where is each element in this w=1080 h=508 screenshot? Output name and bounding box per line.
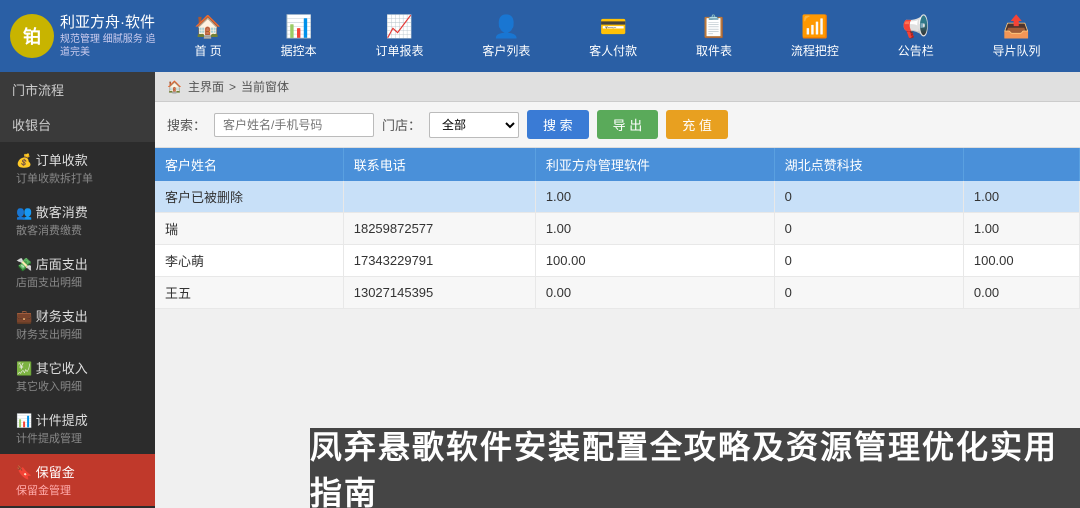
sidebar-item-散客消费[interactable]: 👥 散客消费散客消费缴费 [0, 194, 155, 246]
breadcrumb-sep: > [229, 80, 236, 94]
nav-label: 取件表 [696, 42, 732, 59]
nav-item-导片队列[interactable]: 📤 导片队列 [981, 8, 1053, 65]
table-header-4 [963, 148, 1079, 181]
logo-area: 铂 利亚方舟·软件 规范管理 细腻服务 追道完美 [10, 13, 165, 59]
logo-text: 利亚方舟·软件 规范管理 细腻服务 追道完美 [60, 13, 165, 59]
cell-col1: 100.00 [535, 245, 774, 277]
nav-item-首页[interactable]: 🏠 首 页 [182, 8, 233, 65]
overlay-banner: 凤弃悬歌软件安装配置全攻略及资源管理优化实用指南 [310, 428, 1080, 508]
table-header-1: 联系电话 [343, 148, 535, 181]
cell-name: 客户已被删除 [155, 181, 343, 213]
nav-icon: 📢 [902, 14, 929, 40]
table-row[interactable]: 王五 13027145395 0.00 0 0.00 [155, 277, 1080, 309]
sidebar-item-计件提成[interactable]: 📊 计件提成计件提成管理 [0, 402, 155, 454]
nav-item-订单报表[interactable]: 📈 订单报表 [363, 8, 435, 65]
nav-icon: 🏠 [194, 14, 221, 40]
main-layout: 门市流程收银台💰 订单收款订单收款拆打单👥 散客消费散客消费缴费💸 店面支出店面… [0, 72, 1080, 508]
cell-col1: 0.00 [535, 277, 774, 309]
table-row[interactable]: 李心萌 17343229791 100.00 0 100.00 [155, 245, 1080, 277]
cell-col2: 0 [774, 213, 963, 245]
recharge-button[interactable]: 充 值 [666, 110, 728, 139]
nav-label: 订单报表 [375, 42, 423, 59]
search-bar: 搜索： 门店： 全部 搜 索 导 出 充 值 [155, 102, 1080, 148]
search-label: 搜索： [167, 115, 206, 134]
nav-icon: 💳 [599, 14, 626, 40]
cell-phone [343, 181, 535, 213]
table-header-2: 利亚方舟管理软件 [535, 148, 774, 181]
sidebar-item-保留金[interactable]: 🔖 保留金保留金管理 [0, 454, 155, 506]
nav-items: 🏠 首 页 📊 据控本 📈 订单报表 👤 客户列表 💳 客人付款 📋 取件表 📶 流程把控 📢 公告栏 📤 导片队… [165, 8, 1070, 65]
nav-item-客户列表[interactable]: 👤 客户列表 [470, 8, 542, 65]
sidebar-item-财务支出[interactable]: 💼 财务支出财务支出明细 [0, 298, 155, 350]
sidebar-header-0[interactable]: 门市流程 [0, 72, 155, 107]
search-button[interactable]: 搜 索 [527, 110, 589, 139]
cell-phone: 17343229791 [343, 245, 535, 277]
breadcrumb: 🏠 主界面 > 当前窗体 [155, 72, 1080, 102]
cell-name: 王五 [155, 277, 343, 309]
nav-item-客人付款[interactable]: 💳 客人付款 [577, 8, 649, 65]
cell-col3: 0.00 [963, 277, 1079, 309]
cell-col3: 100.00 [963, 245, 1079, 277]
nav-item-流程把控[interactable]: 📶 流程把控 [779, 8, 851, 65]
breadcrumb-home: 主界面 [188, 78, 224, 95]
nav-icon: 👤 [493, 14, 520, 40]
table-header-3: 湖北点赞科技 [774, 148, 963, 181]
search-input[interactable] [214, 113, 374, 137]
nav-item-取件表[interactable]: 📋 取件表 [684, 8, 744, 65]
table-row[interactable]: 瑞 18259872577 1.00 0 1.00 [155, 213, 1080, 245]
data-table: 客户姓名联系电话利亚方舟管理软件湖北点赞科技 客户已被删除 1.00 0 1.0… [155, 148, 1080, 309]
table-row[interactable]: 客户已被删除 1.00 0 1.00 [155, 181, 1080, 213]
nav-label: 流程把控 [791, 42, 839, 59]
export-button[interactable]: 导 出 [597, 110, 659, 139]
cell-col2: 0 [774, 245, 963, 277]
logo-icon: 铂 [10, 14, 54, 58]
nav-icon: 📋 [700, 14, 727, 40]
nav-label: 客人付款 [589, 42, 637, 59]
cell-col2: 0 [774, 181, 963, 213]
nav-icon: 📶 [801, 14, 828, 40]
sidebar-item-订单收款[interactable]: 💰 订单收款订单收款拆打单 [0, 142, 155, 194]
cell-col1: 1.00 [535, 213, 774, 245]
home-icon: 🏠 [167, 80, 182, 94]
top-navigation: 铂 利亚方舟·软件 规范管理 细腻服务 追道完美 🏠 首 页 📊 据控本 📈 订单报表 👤 客… [0, 0, 1080, 72]
cell-col3: 1.00 [963, 181, 1079, 213]
sidebar-item-店面支出[interactable]: 💸 店面支出店面支出明细 [0, 246, 155, 298]
nav-label: 首 页 [194, 42, 221, 59]
cell-name: 瑞 [155, 213, 343, 245]
sidebar-header-1[interactable]: 收银台 [0, 107, 155, 142]
nav-item-公告栏[interactable]: 📢 公告栏 [886, 8, 946, 65]
sidebar: 门市流程收银台💰 订单收款订单收款拆打单👥 散客消费散客消费缴费💸 店面支出店面… [0, 72, 155, 508]
cell-phone: 13027145395 [343, 277, 535, 309]
cell-phone: 18259872577 [343, 213, 535, 245]
content-wrapper: 🏠 主界面 > 当前窗体 搜索： 门店： 全部 搜 索 导 出 充 值 [155, 72, 1080, 508]
nav-icon: 📊 [285, 14, 312, 40]
overlay-text: 凤弃悬歌软件安装配置全攻略及资源管理优化实用指南 [310, 422, 1080, 508]
nav-icon: 📤 [1003, 14, 1030, 40]
table-body: 客户已被删除 1.00 0 1.00 瑞 18259872577 1.00 0 … [155, 181, 1080, 309]
nav-icon: 📈 [386, 14, 413, 40]
cell-name: 李心萌 [155, 245, 343, 277]
nav-label: 公告栏 [898, 42, 934, 59]
nav-item-据控本[interactable]: 📊 据控本 [269, 8, 329, 65]
nav-label: 客户列表 [482, 42, 530, 59]
table-header-0: 客户姓名 [155, 148, 343, 181]
cell-col3: 1.00 [963, 213, 1079, 245]
nav-label: 据控本 [281, 42, 317, 59]
cell-col2: 0 [774, 277, 963, 309]
nav-label: 导片队列 [993, 42, 1041, 59]
table-header-row: 客户姓名联系电话利亚方舟管理软件湖北点赞科技 [155, 148, 1080, 181]
store-select[interactable]: 全部 [429, 112, 519, 138]
cell-col1: 1.00 [535, 181, 774, 213]
store-label: 门店： [382, 115, 421, 134]
breadcrumb-current: 当前窗体 [241, 78, 289, 95]
sidebar-item-其它收入[interactable]: 💹 其它收入其它收入明细 [0, 350, 155, 402]
